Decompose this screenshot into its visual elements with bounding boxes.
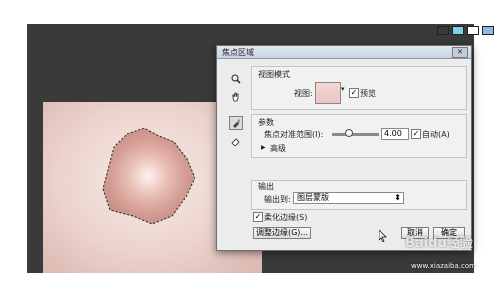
dialog-tools bbox=[229, 72, 243, 152]
swatch[interactable] bbox=[452, 26, 464, 35]
eraser-tool[interactable] bbox=[229, 134, 243, 148]
focus-range-input[interactable]: 4.00 bbox=[381, 128, 409, 140]
swatch[interactable] bbox=[467, 26, 479, 35]
close-icon: ✕ bbox=[457, 48, 463, 56]
output-to-label: 输出到: bbox=[264, 195, 291, 204]
output-to-value: 图层蒙版 bbox=[297, 193, 329, 202]
soften-edge-checkbox[interactable]: ✓ bbox=[253, 212, 263, 222]
dialog-title: 焦点区域 bbox=[222, 48, 254, 57]
auto-checkbox[interactable]: ✓ bbox=[411, 129, 421, 139]
hand-tool[interactable] bbox=[229, 90, 243, 104]
brush-icon bbox=[233, 119, 240, 128]
selection-marquee bbox=[102, 128, 195, 224]
zoom-tool[interactable] bbox=[229, 72, 243, 86]
focus-brush-tool[interactable] bbox=[229, 116, 243, 130]
chevron-down-icon: ⬍ bbox=[394, 193, 401, 202]
parameters-label: 参数 bbox=[258, 118, 274, 127]
preview-label: 预览 bbox=[360, 89, 376, 98]
output-group: 输出 输出到: 图层蒙版 ⬍ bbox=[251, 180, 467, 210]
advanced-label[interactable]: 高级 bbox=[270, 143, 286, 154]
preview-checkbox[interactable]: ✓ bbox=[349, 88, 359, 98]
view-dropdown-arrow[interactable]: ▾ bbox=[341, 85, 345, 93]
swatch[interactable] bbox=[437, 26, 449, 35]
magnifier-icon bbox=[231, 74, 241, 84]
refine-edge-button[interactable]: 调整边缘(G)... bbox=[253, 227, 311, 239]
triangle-right-icon[interactable]: ▶ bbox=[261, 144, 266, 151]
focus-range-slider[interactable] bbox=[332, 133, 379, 136]
hand-icon bbox=[232, 92, 239, 102]
swatch[interactable] bbox=[482, 26, 494, 35]
output-to-select[interactable]: 图层蒙版 ⬍ bbox=[293, 192, 404, 204]
eraser-icon bbox=[231, 138, 240, 146]
auto-label: 自动(A) bbox=[422, 130, 450, 139]
panel-swatches bbox=[437, 26, 494, 35]
dialog-titlebar[interactable]: 焦点区域 ✕ bbox=[217, 46, 471, 59]
view-label: 视图: bbox=[294, 89, 313, 98]
view-thumbnail[interactable] bbox=[315, 82, 341, 104]
mouse-cursor-icon bbox=[379, 230, 387, 242]
close-button[interactable]: ✕ bbox=[452, 47, 468, 58]
watermark-logo: Baidu经验 bbox=[405, 236, 473, 251]
output-label: 输出 bbox=[258, 182, 274, 191]
focus-range-label: 焦点对准范围(I): bbox=[264, 130, 324, 139]
view-mode-group: 视图模式 视图: ▾ ✓ 预览 bbox=[251, 66, 467, 110]
view-mode-label: 视图模式 bbox=[258, 70, 290, 79]
focus-area-dialog: 焦点区域 ✕ 视图模式 视图: ▾ ✓ 预览 参数 焦点对准范围(I): 4.0… bbox=[216, 45, 472, 251]
parameters-group: 参数 焦点对准范围(I): 4.00 ✓ 自动(A) ▶ 高级 bbox=[251, 114, 467, 158]
watermark-url: www.xiazaiba.com bbox=[411, 262, 476, 270]
soften-edge-label: 柔化边缘(S) bbox=[264, 213, 308, 222]
